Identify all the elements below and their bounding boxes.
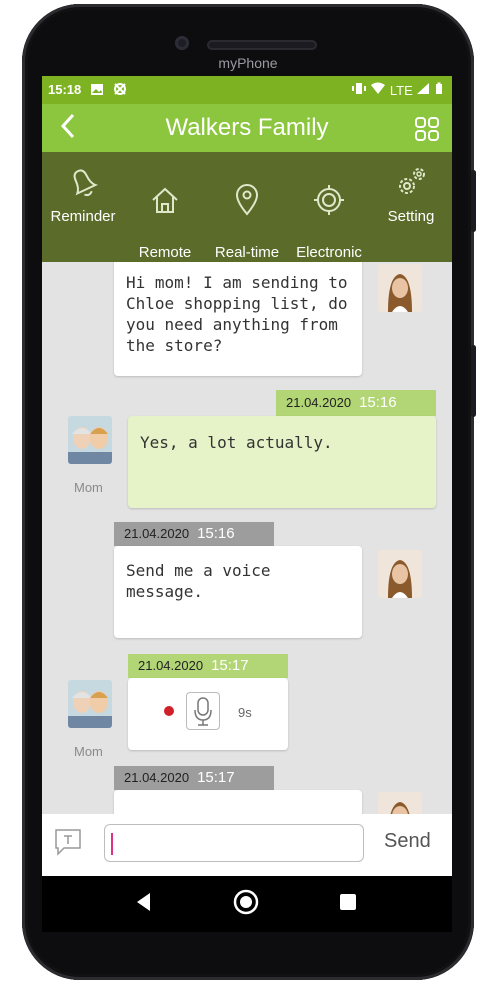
message-bubble[interactable]: Hi mom! I am sending to Chloe shopping l… bbox=[114, 262, 362, 376]
message-input[interactable] bbox=[104, 824, 364, 862]
power-button bbox=[471, 345, 476, 417]
chat-title: Walkers Family bbox=[165, 114, 329, 141]
message-time: 15:16 bbox=[359, 394, 397, 411]
gears-icon bbox=[399, 168, 425, 194]
feature-toolbar: Reminder Remote contacts Real-time locat… bbox=[42, 152, 452, 279]
brand-label: myPhone bbox=[218, 55, 278, 71]
avatar bbox=[378, 264, 422, 312]
message-time: 15:17 bbox=[211, 657, 249, 674]
message-timestamp: 21.04.2020 15:17 bbox=[128, 654, 288, 678]
message-bubble[interactable] bbox=[114, 790, 362, 814]
user-photo-icon bbox=[68, 680, 112, 728]
tool-reminder[interactable]: Reminder bbox=[42, 162, 124, 226]
notification-icons bbox=[90, 82, 128, 99]
message-date: 21.04.2020 bbox=[138, 658, 204, 673]
home-icon bbox=[152, 187, 178, 213]
message-input-bar: Send bbox=[42, 814, 452, 876]
network-type: LTE bbox=[389, 83, 413, 98]
voice-duration: 9s bbox=[238, 705, 252, 720]
user-photo-icon bbox=[378, 792, 422, 814]
tool-label: Reminder bbox=[50, 208, 116, 225]
message-date: 21.04.2020 bbox=[286, 395, 352, 410]
android-nav-bar bbox=[42, 876, 452, 932]
front-camera bbox=[175, 36, 189, 50]
message-bubble[interactable]: Send me a voice message. bbox=[114, 546, 362, 638]
chat-area[interactable]: Hi mom! I am sending to Chloe shopping l… bbox=[42, 262, 452, 814]
message-bubble[interactable]: Yes, a lot actually. bbox=[128, 416, 436, 508]
message-text: Yes, a lot actually. bbox=[140, 433, 333, 452]
status-time: 15:18 bbox=[48, 82, 82, 97]
screen: 15:18 LTE Walkers Family Reminder Remote… bbox=[42, 76, 452, 876]
message-timestamp: 21.04.2020 15:16 bbox=[114, 522, 274, 546]
tool-setting[interactable]: Setting bbox=[370, 162, 452, 226]
volume-button bbox=[471, 170, 476, 232]
microphone-icon bbox=[194, 697, 212, 726]
app-bar: Walkers Family bbox=[42, 104, 452, 152]
system-icons: LTE bbox=[351, 82, 444, 98]
avatar-name: Mom bbox=[74, 480, 103, 495]
avatar bbox=[68, 416, 112, 464]
target-icon bbox=[314, 185, 344, 215]
avatar-name: Mom bbox=[74, 744, 103, 759]
usb-icon bbox=[113, 83, 126, 95]
avatar bbox=[378, 792, 422, 814]
recents-nav-icon[interactable] bbox=[338, 890, 358, 914]
avatar bbox=[378, 550, 422, 598]
message-date: 21.04.2020 bbox=[124, 526, 190, 541]
text-mode-icon[interactable] bbox=[54, 828, 82, 856]
vibrate-icon bbox=[351, 83, 366, 94]
wifi-icon bbox=[371, 82, 386, 94]
message-text: Send me a voice message. bbox=[126, 561, 271, 601]
message-time: 15:16 bbox=[197, 525, 235, 542]
recording-dot-icon bbox=[164, 706, 174, 716]
grid-menu-icon[interactable] bbox=[414, 116, 440, 142]
battery-icon bbox=[436, 82, 442, 94]
home-nav-icon[interactable] bbox=[232, 888, 260, 916]
earpiece bbox=[207, 40, 317, 50]
back-nav-icon[interactable] bbox=[134, 890, 154, 914]
user-photo-icon bbox=[378, 264, 422, 312]
message-text: Hi mom! I am sending to Chloe shopping l… bbox=[126, 273, 348, 355]
play-voice-button[interactable] bbox=[186, 692, 220, 730]
signal-icon bbox=[417, 83, 430, 94]
avatar bbox=[68, 680, 112, 728]
send-button[interactable]: Send bbox=[384, 830, 431, 853]
image-icon bbox=[91, 84, 103, 95]
message-timestamp: 21.04.2020 15:16 bbox=[276, 390, 436, 416]
location-pin-icon bbox=[235, 184, 259, 216]
voice-message-bubble[interactable]: 9s bbox=[128, 678, 288, 750]
message-time: 15:17 bbox=[197, 769, 235, 786]
text-cursor bbox=[111, 833, 113, 855]
user-photo-icon bbox=[378, 550, 422, 598]
message-timestamp: 21.04.2020 15:17 bbox=[114, 766, 274, 790]
tool-label: Setting bbox=[387, 208, 435, 225]
user-photo-icon bbox=[68, 416, 112, 464]
bell-icon bbox=[73, 169, 99, 197]
message-date: 21.04.2020 bbox=[124, 770, 190, 785]
status-bar: 15:18 LTE bbox=[42, 76, 452, 104]
